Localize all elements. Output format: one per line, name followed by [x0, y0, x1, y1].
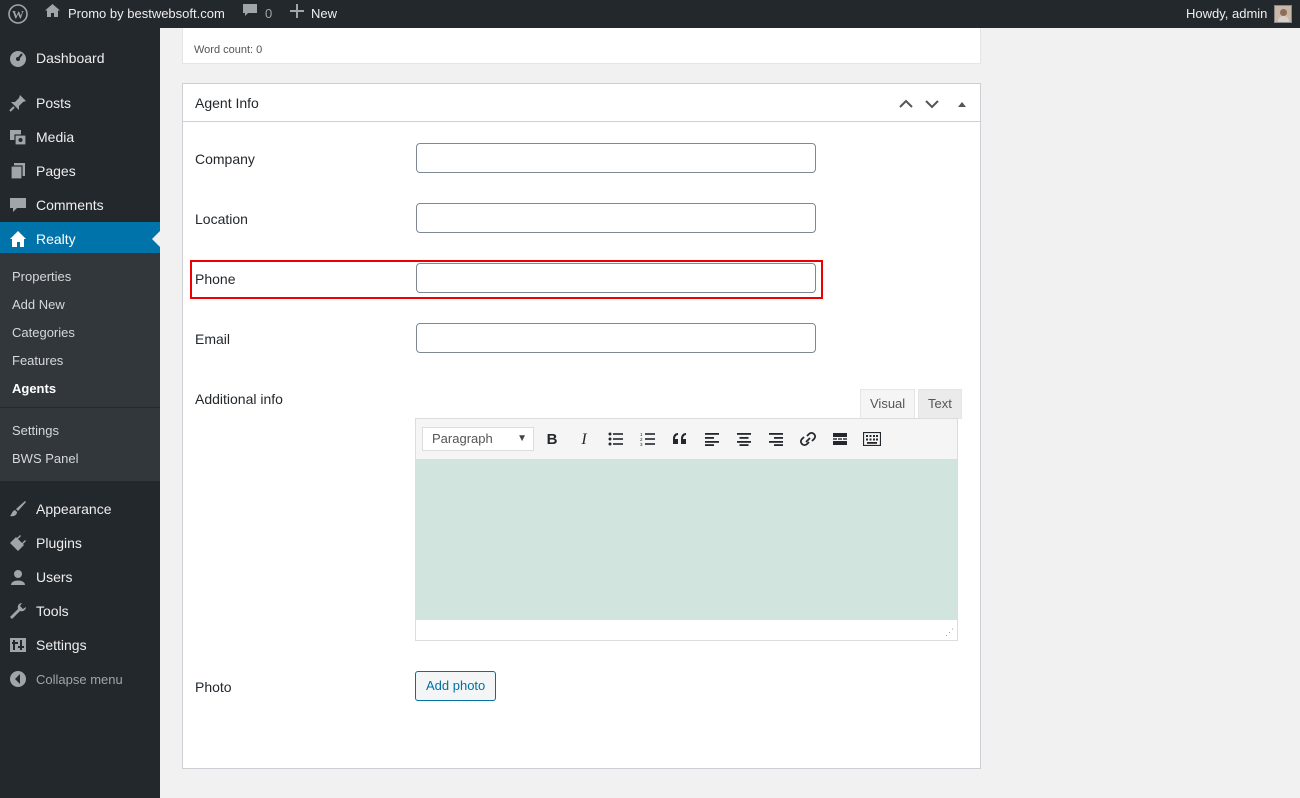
align-right-icon[interactable] [765, 429, 787, 449]
new-label: New [311, 6, 338, 21]
chevron-down-icon[interactable] [922, 94, 942, 114]
sidebar-item-comments[interactable]: Comments [0, 188, 160, 222]
bullet-list-icon[interactable] [605, 429, 627, 449]
sidebar-item-realty[interactable]: Realty [0, 222, 160, 256]
collapse-menu-button[interactable]: Collapse menu [0, 662, 160, 696]
sidebar-item-users[interactable]: Users [0, 560, 160, 594]
svg-text:B: B [547, 432, 558, 446]
site-name-link[interactable]: Promo by bestwebsoft.com [44, 0, 225, 28]
company-input[interactable] [416, 143, 816, 173]
site-name: Promo by bestwebsoft.com [68, 6, 225, 21]
add-photo-button[interactable]: Add photo [415, 671, 497, 701]
pages-icon [0, 162, 36, 180]
sidebar-item-pages[interactable]: Pages [0, 154, 160, 188]
submenu-item-agents[interactable]: Agents [12, 379, 56, 399]
sidebar-item-appearance[interactable]: Appearance [0, 492, 160, 526]
phone-label: Phone [195, 271, 236, 287]
collapse-icon [0, 670, 36, 688]
toolbar-toggle-icon[interactable] [861, 429, 883, 449]
tab-text[interactable]: Text [918, 389, 962, 419]
company-label: Company [195, 151, 255, 167]
home-icon [0, 230, 36, 248]
svg-text:I: I [580, 432, 587, 446]
wordpress-logo-icon[interactable]: W [8, 0, 28, 28]
format-select[interactable]: Paragraph ▼ [422, 427, 534, 451]
sidebar-item-media[interactable]: Media [0, 120, 160, 154]
editor-toolbar: Paragraph ▼ B I 123 [416, 419, 957, 460]
media-icon [0, 128, 36, 146]
howdy-text: Howdy, admin [1186, 6, 1268, 21]
chevron-up-icon[interactable] [896, 94, 916, 114]
plus-icon [290, 0, 304, 28]
align-left-icon[interactable] [701, 429, 723, 449]
comments-link[interactable]: 0 [242, 0, 272, 28]
email-label: Email [195, 331, 231, 347]
pin-icon [0, 94, 36, 112]
submenu-item-categories[interactable]: Categories [12, 323, 75, 343]
realty-submenu: Properties Add New Categories Features A… [0, 253, 160, 481]
italic-icon[interactable]: I [573, 429, 595, 449]
avatar [1274, 5, 1293, 23]
comment-icon [0, 196, 36, 214]
dropdown-arrow-icon: ▼ [517, 433, 527, 444]
agent-info-metabox: Agent Info Company Location Phone Email … [182, 83, 981, 769]
metabox-header: Agent Info [183, 84, 980, 122]
submenu-item-properties[interactable]: Properties [12, 267, 71, 287]
numbered-list-icon[interactable]: 123 [637, 429, 659, 449]
my-account-link[interactable]: Howdy, admin [1186, 0, 1293, 28]
align-center-icon[interactable] [733, 429, 755, 449]
submenu-item-add-new[interactable]: Add New [12, 295, 65, 315]
submenu-divider [0, 407, 160, 408]
additional-info-label: Additional info [195, 391, 283, 407]
blockquote-icon[interactable] [669, 429, 691, 449]
sidebar-item-dashboard[interactable]: Dashboard [0, 41, 160, 75]
bold-icon[interactable]: B [541, 429, 563, 449]
svg-text:3: 3 [640, 442, 643, 446]
resize-handle-icon[interactable]: ⋰ [945, 627, 954, 638]
sidebar-item-posts[interactable]: Posts [0, 86, 160, 120]
sidebar-item-plugins[interactable]: Plugins [0, 526, 160, 560]
tab-visual[interactable]: Visual [860, 389, 916, 419]
email-input[interactable] [416, 323, 816, 353]
location-label: Location [195, 211, 248, 227]
dashboard-icon [0, 49, 36, 67]
link-icon[interactable] [797, 429, 819, 449]
rich-text-editor: Paragraph ▼ B I 123 ⋰ [415, 418, 958, 641]
photo-label: Photo [195, 679, 232, 695]
new-content-link[interactable]: New [290, 0, 337, 28]
admin-bar: W Promo by bestwebsoft.com 0 New Howdy, … [0, 0, 1300, 28]
admin-sidebar: Dashboard Posts Media Pages Comments Rea… [0, 28, 160, 798]
submenu-item-settings[interactable]: Settings [12, 421, 59, 441]
toggle-panel-icon[interactable] [952, 94, 972, 114]
format-select-value: Paragraph [432, 431, 493, 446]
settings-icon [0, 636, 36, 654]
brush-icon [0, 500, 36, 518]
read-more-icon[interactable] [829, 429, 851, 449]
wrench-icon [0, 602, 36, 620]
submenu-item-bws-panel[interactable]: BWS Panel [12, 449, 78, 469]
user-icon [0, 568, 36, 586]
svg-text:W: W [12, 8, 24, 22]
editor-status-bar: Word count: 0 [182, 28, 981, 64]
submenu-item-features[interactable]: Features [12, 351, 63, 371]
home-icon [44, 0, 61, 28]
metabox-title: Agent Info [195, 95, 259, 111]
plug-icon [0, 534, 36, 552]
comment-icon [242, 0, 258, 28]
sidebar-item-tools[interactable]: Tools [0, 594, 160, 628]
phone-input[interactable] [416, 263, 816, 293]
location-input[interactable] [416, 203, 816, 233]
editor-content-area[interactable] [416, 460, 957, 620]
sidebar-item-settings[interactable]: Settings [0, 628, 160, 662]
word-count: Word count: 0 [194, 44, 263, 56]
comments-count: 0 [265, 6, 273, 21]
